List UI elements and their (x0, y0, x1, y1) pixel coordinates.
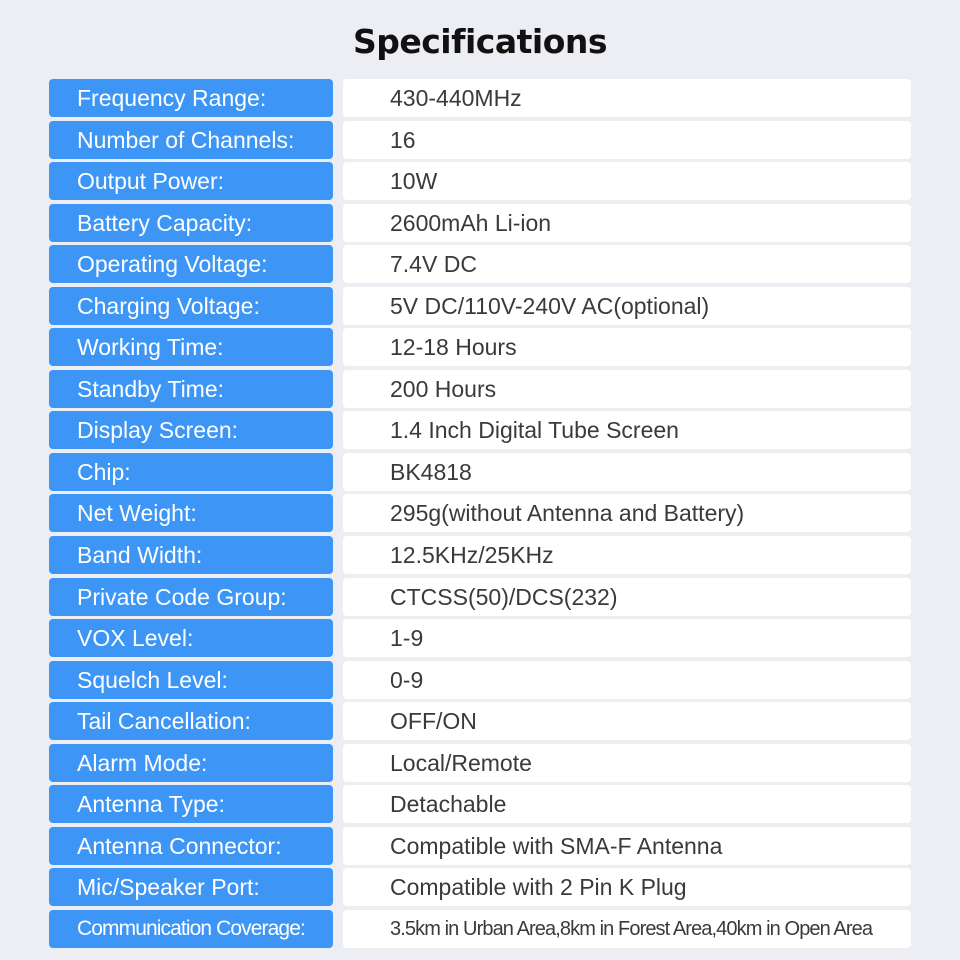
spec-value: 0-9 (343, 660, 911, 699)
spec-row-frequency-range: Frequency Range: 430-440MHz (49, 79, 911, 117)
spec-label: Chip: (49, 452, 333, 491)
spec-row-alarm-mode: Alarm Mode: Local/Remote (49, 743, 911, 782)
spec-row-number-of-channels: Number of Channels: 16 (49, 120, 911, 159)
spec-row-antenna-connector: Antenna Connector: Compatible with SMA-F… (49, 826, 911, 865)
spec-value: Detachable (343, 785, 911, 824)
spec-row-mic-speaker-port: Mic/Speaker Port: Compatible with 2 Pin … (49, 868, 911, 907)
spec-label: Battery Capacity: (49, 203, 333, 242)
spec-value: 12.5KHz/25KHz (343, 536, 911, 575)
spec-label: Antenna Connector: (49, 826, 333, 865)
spec-label: Number of Channels: (49, 120, 333, 159)
spec-value: OFF/ON (343, 702, 911, 741)
spec-value: BK4818 (343, 452, 911, 491)
spec-label: Net Weight: (49, 494, 333, 533)
spec-label: Frequency Range: (49, 79, 333, 117)
spec-value: 2600mAh Li-ion (343, 203, 911, 242)
spec-label: Squelch Level: (49, 660, 333, 699)
spec-label: Charging Voltage: (49, 286, 333, 325)
spec-row-band-width: Band Width: 12.5KHz/25KHz (49, 536, 911, 575)
spec-label: Operating Voltage: (49, 245, 333, 284)
spec-row-working-time: Working Time: 12-18 Hours (49, 328, 911, 367)
spec-value: 1.4 Inch Digital Tube Screen (343, 411, 911, 450)
spec-label: Display Screen: (49, 411, 333, 450)
spec-row-net-weight: Net Weight: 295g(without Antenna and Bat… (49, 494, 911, 533)
spec-value: Compatible with SMA-F Antenna (343, 826, 911, 865)
spec-value: 200 Hours (343, 369, 911, 408)
spec-value: 7.4V DC (343, 245, 911, 284)
spec-value: 10W (343, 162, 911, 201)
spec-row-operating-voltage: Operating Voltage: 7.4V DC (49, 245, 911, 284)
spec-label: Private Code Group: (49, 577, 333, 616)
spec-label: VOX Level: (49, 619, 333, 658)
spec-label: Tail Cancellation: (49, 702, 333, 741)
spec-row-battery-capacity: Battery Capacity: 2600mAh Li-ion (49, 203, 911, 242)
spec-row-communication-coverage: Communication Coverage: 3.5km in Urban A… (49, 909, 911, 948)
spec-label: Output Power: (49, 162, 333, 201)
spec-value: 3.5km in Urban Area,8km in Forest Area,4… (343, 909, 911, 948)
spec-value: Compatible with 2 Pin K Plug (343, 868, 911, 907)
spec-row-chip: Chip: BK4818 (49, 452, 911, 491)
spec-value: 430-440MHz (343, 79, 911, 117)
spec-value: Local/Remote (343, 743, 911, 782)
spec-row-antenna-type: Antenna Type: Detachable (49, 785, 911, 824)
spec-row-private-code-group: Private Code Group: CTCSS(50)/DCS(232) (49, 577, 911, 616)
spec-row-squelch-level: Squelch Level: 0-9 (49, 660, 911, 699)
specifications-table: Frequency Range: 430-440MHz Number of Ch… (49, 79, 911, 951)
spec-value: 295g(without Antenna and Battery) (343, 494, 911, 533)
spec-label: Standby Time: (49, 369, 333, 408)
spec-value: 5V DC/110V-240V AC(optional) (343, 286, 911, 325)
spec-label: Communication Coverage: (49, 909, 333, 948)
spec-row-output-power: Output Power: 10W (49, 162, 911, 201)
spec-value: CTCSS(50)/DCS(232) (343, 577, 911, 616)
spec-value: 12-18 Hours (343, 328, 911, 367)
page-title: Specifications (352, 22, 608, 61)
spec-row-charging-voltage: Charging Voltage: 5V DC/110V-240V AC(opt… (49, 286, 911, 325)
spec-label: Mic/Speaker Port: (49, 868, 333, 907)
spec-label: Band Width: (49, 536, 333, 575)
spec-row-vox-level: VOX Level: 1-9 (49, 619, 911, 658)
spec-label: Antenna Type: (49, 785, 333, 824)
spec-row-display-screen: Display Screen: 1.4 Inch Digital Tube Sc… (49, 411, 911, 450)
spec-row-standby-time: Standby Time: 200 Hours (49, 369, 911, 408)
spec-label: Working Time: (49, 328, 333, 367)
spec-row-tail-cancellation: Tail Cancellation: OFF/ON (49, 702, 911, 741)
spec-value: 1-9 (343, 619, 911, 658)
spec-label: Alarm Mode: (49, 743, 333, 782)
spec-value: 16 (343, 120, 911, 159)
